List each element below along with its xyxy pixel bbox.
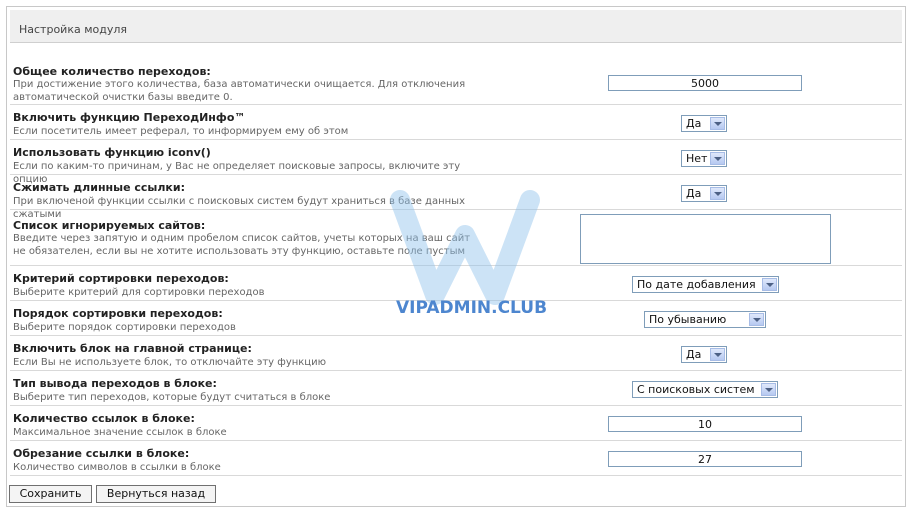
- watermark-text: VIPADMIN.CLUB: [396, 298, 548, 318]
- setting-label: Использовать функцию iconv(): [13, 146, 211, 159]
- setting-description: Если Вы не используете блок, то отключай…: [13, 357, 327, 368]
- setting-row-link-trim: Обрезание ссылки в блоке: Количество сим…: [10, 441, 902, 476]
- chevron-down-icon[interactable]: [710, 187, 725, 200]
- setting-row-perehodinfo: Включить функцию ПереходИнфо™ Если посет…: [10, 105, 902, 140]
- chevron-down-icon[interactable]: [762, 278, 777, 291]
- sort-criteria-select[interactable]: По дате добавления: [632, 276, 779, 293]
- setting-description: Количество символов в ссылки в блоке: [13, 462, 221, 473]
- chevron-down-icon[interactable]: [761, 383, 776, 396]
- panel-header: Настройка модуля: [10, 10, 902, 43]
- total-count-input[interactable]: 5000: [608, 75, 802, 91]
- setting-label: Критерий сортировки переходов:: [13, 272, 229, 285]
- select-value: По дате добавления: [637, 278, 756, 291]
- setting-row-main-page-block: Включить блок на главной странице: Если …: [10, 336, 902, 371]
- setting-description: Выберите порядок сортировки переходов: [13, 322, 236, 333]
- setting-label: Сжимать длинные ссылки:: [13, 181, 186, 194]
- settings-list: Общее количество переходов: При достижен…: [10, 55, 902, 476]
- panel-title: Настройка модуля: [19, 23, 128, 36]
- link-trim-input[interactable]: 27: [608, 451, 802, 467]
- chevron-down-icon[interactable]: [710, 152, 725, 165]
- setting-label: Список игнорируемых сайтов:: [13, 219, 206, 232]
- setting-description: Выберите тип переходов, которые будут сч…: [13, 392, 331, 403]
- compress-links-select[interactable]: Да: [681, 185, 727, 202]
- setting-label: Тип вывода переходов в блоке:: [13, 377, 217, 390]
- setting-description: Введите через запятую и одним пробелом с…: [13, 233, 471, 257]
- setting-row-total-count: Общее количество переходов: При достижен…: [10, 55, 902, 105]
- setting-label: Общее количество переходов:: [13, 65, 211, 78]
- chevron-down-icon[interactable]: [710, 117, 725, 130]
- setting-row-ignored-sites: Список игнорируемых сайтов: Введите чере…: [10, 210, 902, 266]
- select-value: Нет: [686, 152, 708, 165]
- setting-row-sort-criteria: Критерий сортировки переходов: Выберите …: [10, 266, 902, 301]
- setting-row-block-output-type: Тип вывода переходов в блоке: Выберите т…: [10, 371, 902, 406]
- setting-label: Порядок сортировки переходов:: [13, 307, 223, 320]
- sort-order-select[interactable]: По убыванию: [644, 311, 766, 328]
- setting-label: Включить блок на главной странице:: [13, 342, 252, 355]
- select-value: Да: [686, 187, 702, 200]
- select-value: По убыванию: [649, 313, 727, 326]
- setting-row-compress-links: Сжимать длинные ссылки: При включеной фу…: [10, 175, 902, 220]
- chevron-down-icon[interactable]: [710, 348, 725, 361]
- chevron-down-icon[interactable]: [749, 313, 764, 326]
- back-button[interactable]: Вернуться назад: [96, 485, 216, 503]
- ignored-sites-textarea[interactable]: [580, 214, 831, 264]
- main-page-block-select[interactable]: Да: [681, 346, 727, 363]
- block-output-type-select[interactable]: С поисковых систем: [632, 381, 778, 398]
- select-value: Да: [686, 348, 702, 361]
- iconv-select[interactable]: Нет: [681, 150, 727, 167]
- save-button[interactable]: Сохранить: [9, 485, 92, 503]
- setting-row-iconv: Использовать функцию iconv() Если по как…: [10, 140, 902, 185]
- select-value: Да: [686, 117, 702, 130]
- links-count-input[interactable]: 10: [608, 416, 802, 432]
- setting-description: Максимальное значение ссылок в блоке: [13, 427, 227, 438]
- perehodinfo-select[interactable]: Да: [681, 115, 727, 132]
- setting-description: Если посетитель имеет реферал, то информ…: [13, 126, 349, 137]
- setting-label: Включить функцию ПереходИнфо™: [13, 111, 246, 124]
- module-settings-panel: Настройка модуля Общее количество перехо…: [6, 6, 906, 507]
- setting-row-links-count: Количество ссылок в блоке: Максимальное …: [10, 406, 902, 441]
- select-value: С поисковых систем: [637, 383, 755, 396]
- setting-label: Обрезание ссылки в блоке:: [13, 447, 190, 460]
- setting-label: Количество ссылок в блоке:: [13, 412, 195, 425]
- setting-description: При достижение этого количества, база ав…: [13, 79, 466, 103]
